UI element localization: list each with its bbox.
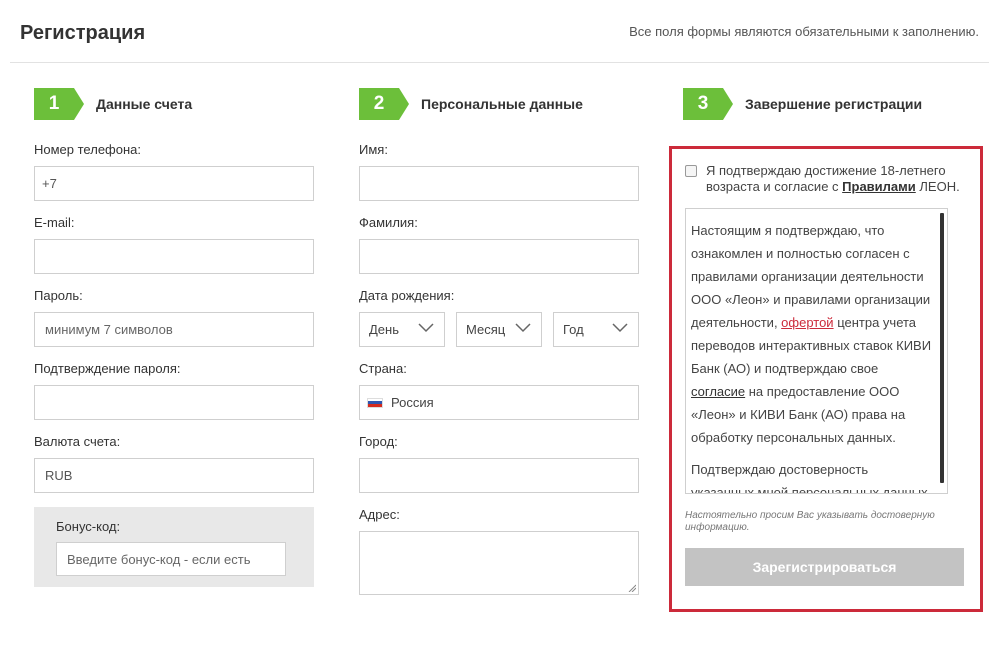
terms-paragraph-1: Настоящим я подтверждаю, что ознакомлен … — [691, 219, 933, 449]
password-label: Пароль: — [34, 288, 83, 303]
terms-text-a: Настоящим я подтверждаю, что ознакомлен … — [691, 223, 931, 330]
dob-day-value: День — [369, 322, 399, 337]
chevron-down-icon — [612, 323, 628, 333]
dob-year-value: Год — [563, 322, 584, 337]
register-button[interactable]: Зарегистрироваться — [685, 548, 964, 586]
terms-content: Настоящим я подтверждаю, что ознакомлен … — [686, 209, 947, 494]
terms-scroll-thumb[interactable] — [940, 213, 944, 483]
terms-scroll-box[interactable]: Настоящим я подтверждаю, что ознакомлен … — [685, 208, 948, 494]
step-3-header: 3 Завершение регистрации — [683, 88, 983, 120]
bonus-code-input[interactable] — [56, 542, 286, 576]
step-2-header: 2 Персональные данные — [359, 88, 639, 120]
last-name-label: Фамилия: — [359, 215, 418, 230]
age-confirm-text-2: ЛЕОН. — [915, 179, 960, 194]
address-textarea[interactable] — [359, 531, 639, 595]
resize-handle-icon[interactable] — [628, 584, 636, 592]
age-confirm-checkbox[interactable] — [685, 165, 697, 177]
address-label: Адрес: — [359, 507, 400, 522]
dob-month-value: Месяц — [466, 322, 506, 337]
chevron-down-icon — [418, 323, 434, 333]
rules-link[interactable]: Правилами — [842, 179, 916, 194]
dob-year-select[interactable]: Год — [553, 312, 639, 347]
header-divider — [10, 62, 989, 63]
offer-link[interactable]: офертой — [781, 315, 833, 330]
age-confirm-row: Я подтверждаю достижение 18-летнего возр… — [685, 163, 965, 195]
dob-selects: День Месяц Год — [359, 312, 639, 347]
country-label: Страна: — [359, 361, 407, 376]
city-label: Город: — [359, 434, 398, 449]
phone-label: Номер телефона: — [34, 142, 141, 157]
email-label: E-mail: — [34, 215, 75, 230]
phone-input[interactable] — [34, 166, 314, 201]
step-2-badge: 2 — [359, 88, 409, 120]
terms-scrollbar[interactable] — [940, 213, 944, 491]
country-select[interactable]: Россия — [359, 385, 639, 420]
accuracy-hint: Настоятельно просим Вас указывать достов… — [685, 510, 935, 533]
step-1-header: 1 Данные счета — [34, 88, 314, 120]
age-confirm-text: Я подтверждаю достижение 18-летнего возр… — [706, 163, 965, 195]
terms-paragraph-2: Подтверждаю достоверность указанных мной… — [691, 462, 928, 494]
currency-input[interactable] — [34, 458, 314, 493]
russia-flag-icon — [367, 397, 383, 408]
dob-label: Дата рождения: — [359, 288, 455, 303]
chevron-down-icon — [515, 323, 531, 333]
consent-link[interactable]: согласие — [691, 384, 745, 399]
dob-day-select[interactable]: День — [359, 312, 445, 347]
city-input[interactable] — [359, 458, 639, 493]
step-3-badge: 3 — [683, 88, 733, 120]
required-fields-note: Все поля формы являются обязательными к … — [629, 24, 979, 39]
currency-label: Валюта счета: — [34, 434, 121, 449]
step-2-title: Персональные данные — [421, 96, 583, 112]
first-name-input[interactable] — [359, 166, 639, 201]
country-value: Россия — [391, 395, 434, 410]
bonus-code-box: Бонус-код: — [34, 507, 314, 587]
personal-data-column: 2 Персональные данные Имя: Фамилия: Дата… — [359, 88, 639, 609]
step-3-title: Завершение регистрации — [745, 96, 923, 112]
first-name-label: Имя: — [359, 142, 388, 157]
step-1-title: Данные счета — [96, 96, 193, 112]
password-confirm-label: Подтверждение пароля: — [34, 361, 181, 376]
password-confirm-input[interactable] — [34, 385, 314, 420]
password-input[interactable] — [34, 312, 314, 347]
account-data-column: 1 Данные счета Номер телефона: E-mail: П… — [34, 88, 314, 587]
page-title: Регистрация — [20, 22, 146, 44]
completion-column: 3 Завершение регистрации — [683, 88, 983, 142]
last-name-input[interactable] — [359, 239, 639, 274]
bonus-code-label: Бонус-код: — [56, 519, 121, 534]
step-1-badge: 1 — [34, 88, 84, 120]
dob-month-select[interactable]: Месяц — [456, 312, 542, 347]
email-input[interactable] — [34, 239, 314, 274]
